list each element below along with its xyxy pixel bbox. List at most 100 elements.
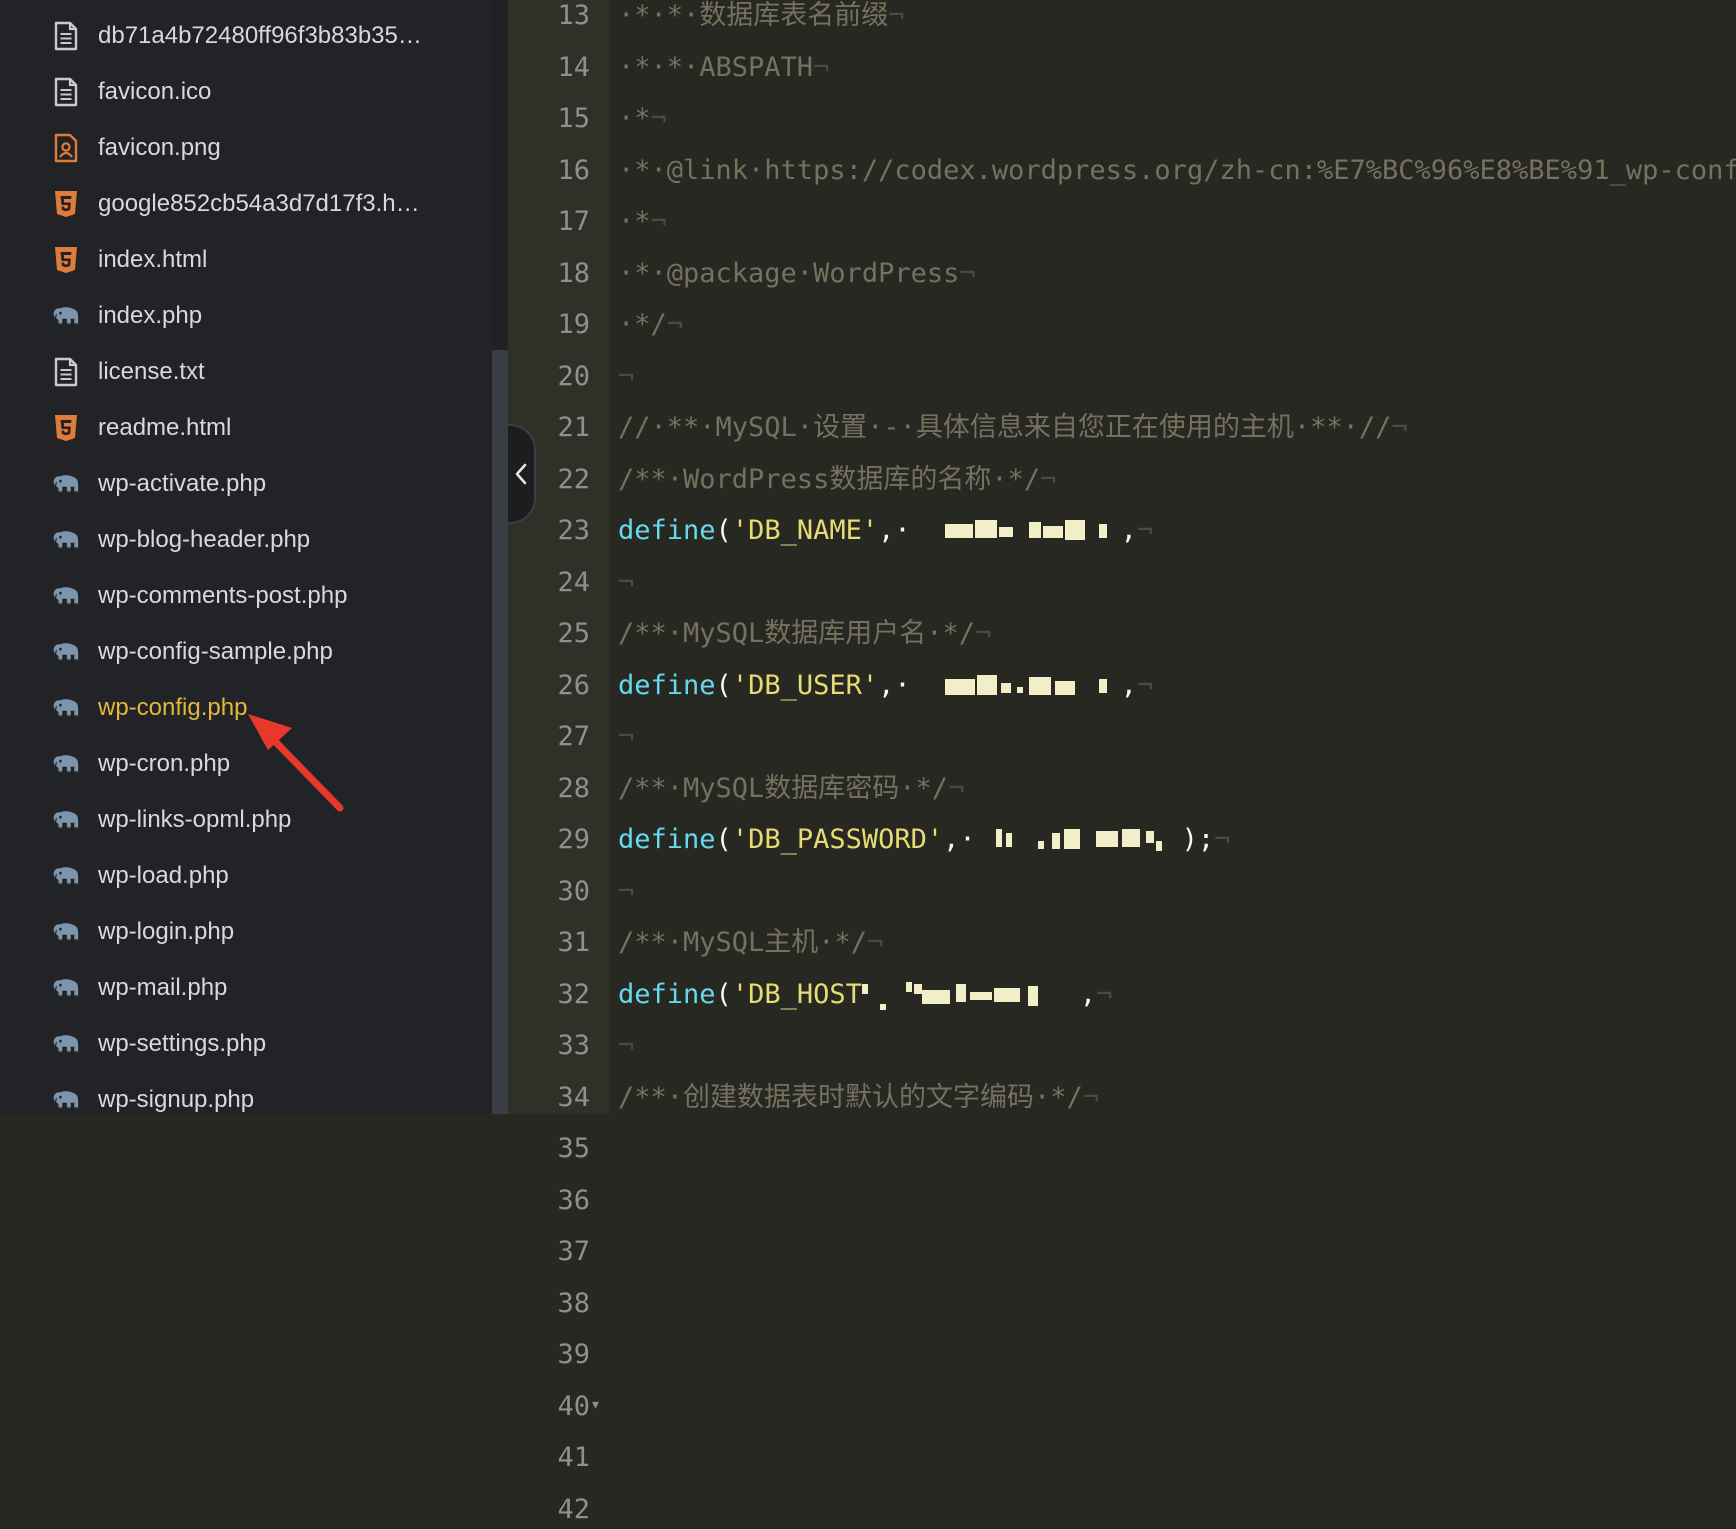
line-number: 32 [557, 979, 590, 1010]
token-invis: ¬ [1214, 824, 1231, 855]
file-name: wp-activate.php [98, 470, 267, 497]
file-name: google852cb54a3d7d17f3.h… [98, 190, 420, 217]
file-item-license-txt[interactable]: license.txt [0, 344, 492, 400]
code-line[interactable]: ¬ [618, 873, 634, 911]
code-line[interactable]: ¬ [618, 564, 634, 602]
code-line[interactable]: ¬ [618, 1027, 634, 1065]
code-line[interactable]: ·*¬ [618, 203, 667, 241]
code-line[interactable]: /**·MySQL数据库用户名·*/¬ [618, 615, 991, 653]
file-name: wp-links-opml.php [98, 806, 292, 833]
line-number: 26 [557, 670, 590, 701]
redacted-value-name [911, 518, 1121, 546]
file-item-wp-blog-header-php[interactable]: wp-blog-header.php [0, 512, 492, 568]
code-line[interactable]: ·*¬ [618, 100, 667, 138]
line-number: 31 [557, 927, 590, 958]
line-number: 41 [557, 1442, 590, 1473]
token-punc: ( [715, 515, 732, 546]
text-file-icon [52, 77, 80, 107]
file-name: wp-load.php [98, 862, 229, 889]
line-number: 20 [557, 361, 590, 392]
token-invis: ¬ [888, 0, 905, 31]
token-comment: /**·MySQL主机·*/ [618, 927, 868, 958]
code-line[interactable]: /**·MySQL数据库密码·*/¬ [618, 770, 964, 808]
php-elephant-icon [52, 638, 80, 666]
line-number: 29 [557, 824, 590, 855]
line-number: 42 [557, 1494, 590, 1525]
file-item-readme-html[interactable]: readme.html [0, 400, 492, 456]
file-item-favicon-ico[interactable]: favicon.ico [0, 64, 492, 120]
code-area[interactable]: ·*·*·数据库表名前缀¬ ·*·*·ABSPATH¬ ·*¬ ·*·@link·ht… [618, 0, 1736, 1114]
php-elephant-icon [52, 806, 80, 834]
code-line[interactable]: ¬ [618, 718, 634, 756]
file-item-index-php[interactable]: index.php [0, 288, 492, 344]
token-punc: ( [715, 979, 732, 1010]
code-line[interactable]: ·*/¬ [618, 306, 683, 344]
sidebar-scrollbar-thumb[interactable] [492, 350, 508, 1114]
token-comment: ·* [618, 103, 651, 134]
token-invis: ¬ [959, 258, 976, 289]
code-line[interactable]: define('DB_USER',· ,¬ [618, 667, 1153, 705]
token-func: define [618, 670, 716, 701]
code-editor[interactable]: 13 14 15 16 17 18 19 20 21 22 23 24 25 26 27 28 29 30 31 32… [508, 0, 1736, 1525]
line-number: 27 [557, 721, 590, 752]
file-item-favicon-png[interactable]: favicon.png [0, 120, 492, 176]
file-item-wp-config-php[interactable]: wp-config.php [0, 680, 492, 736]
file-item-wp-mail-php[interactable]: wp-mail.php [0, 960, 492, 1016]
code-line[interactable]: ¬ [618, 358, 634, 396]
file-name: index.php [98, 302, 203, 329]
file-name: wp-mail.php [98, 974, 228, 1001]
token-invis: ¬ [618, 567, 635, 598]
file-item-wp-links-opml-php[interactable]: wp-links-opml.php [0, 792, 492, 848]
token-comment: ·*·*·ABSPATH [618, 52, 814, 83]
collapse-sidebar-button[interactable] [508, 424, 536, 524]
token-punc: ); [1181, 824, 1215, 855]
php-elephant-icon [52, 694, 80, 722]
line-number: 30 [557, 876, 590, 907]
chevron-left-icon [515, 463, 527, 485]
code-line[interactable]: //·**·MySQL·设置·-·具体信息来自您正在使用的主机·**·//¬ [618, 409, 1408, 447]
file-item-wp-login-php[interactable]: wp-login.php [0, 904, 492, 960]
code-line[interactable]: /**·WordPress数据库的名称·*/¬ [618, 461, 1056, 499]
file-item-wp-signup-php[interactable]: wp-signup.php [0, 1072, 492, 1114]
file-item-wp-activate-php[interactable]: wp-activate.php [0, 456, 492, 512]
token-invis: ¬ [1391, 412, 1408, 443]
file-item-google852cb54a3d7d17f3-h[interactable]: google852cb54a3d7d17f3.h… [0, 176, 492, 232]
code-line[interactable]: define('DB_HOST ,¬ [618, 976, 1112, 1014]
code-line[interactable]: define('DB_NAME',· ,¬ [618, 512, 1153, 550]
file-name: readme.html [98, 414, 232, 441]
file-name: favicon.png [98, 134, 221, 161]
code-line[interactable]: ·*·*·ABSPATH¬ [618, 49, 829, 87]
file-item-wp-cron-php[interactable]: wp-cron.php [0, 736, 492, 792]
token-invis: ¬ [618, 876, 635, 907]
sidebar-scrollbar[interactable] [492, 0, 508, 1114]
file-name: wp-config.php [98, 694, 248, 721]
token-comment: /**·创建数据表时默认的文字编码·*/ [618, 1082, 1083, 1113]
code-line[interactable]: /**·MySQL主机·*/¬ [618, 924, 883, 962]
file-item-index-html[interactable]: index.html [0, 232, 492, 288]
file-name: favicon.ico [98, 78, 212, 105]
fold-toggle-icon[interactable]: ▾ [592, 1397, 599, 1413]
token-comment: /**·MySQL数据库用户名·*/ [618, 618, 976, 649]
php-elephant-icon [52, 862, 80, 890]
file-item-wp-settings-php[interactable]: wp-settings.php [0, 1016, 492, 1072]
code-line[interactable]: /**·创建数据表时默认的文字编码·*/¬ [618, 1079, 1099, 1114]
code-line[interactable]: ·*·@package·WordPress¬ [618, 255, 976, 293]
line-number: 14 [557, 52, 590, 83]
line-number-gutter: 13 14 15 16 17 18 19 20 21 22 23 24 25 26 27 28 29 30 31 32… [508, 0, 610, 1525]
image-file-icon [52, 133, 80, 163]
line-number: 13 [557, 0, 590, 31]
text-file-icon [52, 21, 80, 51]
line-number: 38 [557, 1288, 590, 1319]
file-name: license.txt [98, 358, 205, 385]
code-line[interactable]: ·*·*·数据库表名前缀¬ [618, 0, 905, 35]
file-name: wp-blog-header.php [98, 526, 311, 553]
token-punc: ,· [878, 515, 911, 546]
php-elephant-icon [52, 750, 80, 778]
file-item-wp-load-php[interactable]: wp-load.php [0, 848, 492, 904]
code-line[interactable]: ·*·@link·https://codex.wordpress.org/zh-… [618, 152, 1736, 190]
file-item-db71a4b72480ff96f3b83b35[interactable]: db71a4b72480ff96f3b83b35… [0, 8, 492, 64]
line-number: 25 [557, 618, 590, 649]
file-item-wp-comments-post-php[interactable]: wp-comments-post.php [0, 568, 492, 624]
file-item-wp-config-sample-php[interactable]: wp-config-sample.php [0, 624, 492, 680]
code-line[interactable]: define('DB_PASSWORD',·);¬ [618, 821, 1230, 859]
